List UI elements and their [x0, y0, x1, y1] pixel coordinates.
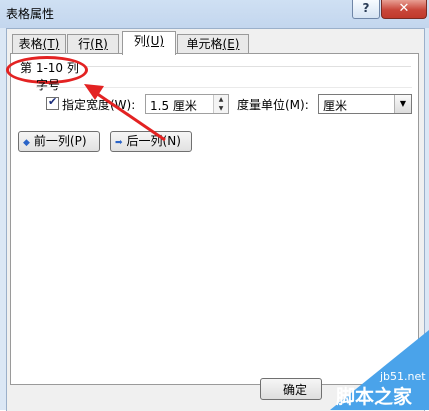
- tab-table[interactable]: 表格(T): [12, 34, 66, 54]
- subsection-divider: [36, 87, 412, 88]
- arrow-left-icon: ◆: [23, 138, 30, 148]
- section-divider: [85, 66, 411, 67]
- checkmark-icon: ✔: [48, 95, 58, 108]
- unit-select[interactable]: 厘米 ▼: [318, 94, 412, 114]
- title-bar: 表格属性 ? ✕: [0, 0, 429, 26]
- specify-width-label: 指定宽度(W):: [62, 98, 136, 112]
- spin-down-icon[interactable]: ▼: [214, 104, 228, 113]
- chevron-down-icon[interactable]: ▼: [394, 95, 411, 113]
- size-label: 字号: [36, 78, 61, 92]
- specify-width-checkbox[interactable]: ✔: [46, 95, 59, 110]
- unit-value: 厘米: [323, 99, 348, 113]
- previous-column-button[interactable]: ◆ 前一列(P): [18, 131, 100, 152]
- tab-column[interactable]: 列(U): [122, 31, 176, 55]
- width-value: 1.5 厘米: [150, 99, 197, 113]
- arrow-right-icon: ➡: [115, 138, 123, 148]
- tab-cell[interactable]: 单元格(E): [177, 34, 249, 54]
- tab-table-key: (T): [42, 37, 60, 51]
- watermark-name: 脚本之家: [336, 386, 413, 408]
- previous-column-label: 前一列(P): [33, 134, 87, 148]
- ok-button[interactable]: 确定: [260, 378, 322, 400]
- tab-column-label: 列: [133, 34, 146, 48]
- close-button[interactable]: ✕: [381, 0, 427, 19]
- tab-cell-key: (E): [222, 37, 240, 51]
- spinner-buttons: ▲ ▼: [213, 95, 228, 113]
- tab-table-label: 表格: [18, 37, 43, 51]
- unit-label: 度量单位(M):: [237, 98, 309, 112]
- tab-row-label: 行: [78, 37, 91, 51]
- tab-row[interactable]: 行(R): [67, 34, 119, 54]
- table-properties-dialog: 表格属性 ? ✕ 表格(T) 行(R) 列(U) 单元格(E) 第 1-10 列…: [0, 0, 429, 411]
- site-watermark: jb51.net 脚本之家: [330, 330, 429, 410]
- tab-column-key: (U): [145, 34, 165, 48]
- window-title: 表格属性: [6, 7, 55, 21]
- tab-cell-label: 单元格: [186, 37, 223, 51]
- width-spinner[interactable]: 1.5 厘米 ▲ ▼: [145, 94, 229, 114]
- next-column-label: 后一列(N): [126, 134, 181, 148]
- next-column-button[interactable]: ➡ 后一列(N): [110, 131, 192, 152]
- help-button[interactable]: ?: [352, 0, 380, 19]
- tab-row-key: (R): [90, 37, 108, 51]
